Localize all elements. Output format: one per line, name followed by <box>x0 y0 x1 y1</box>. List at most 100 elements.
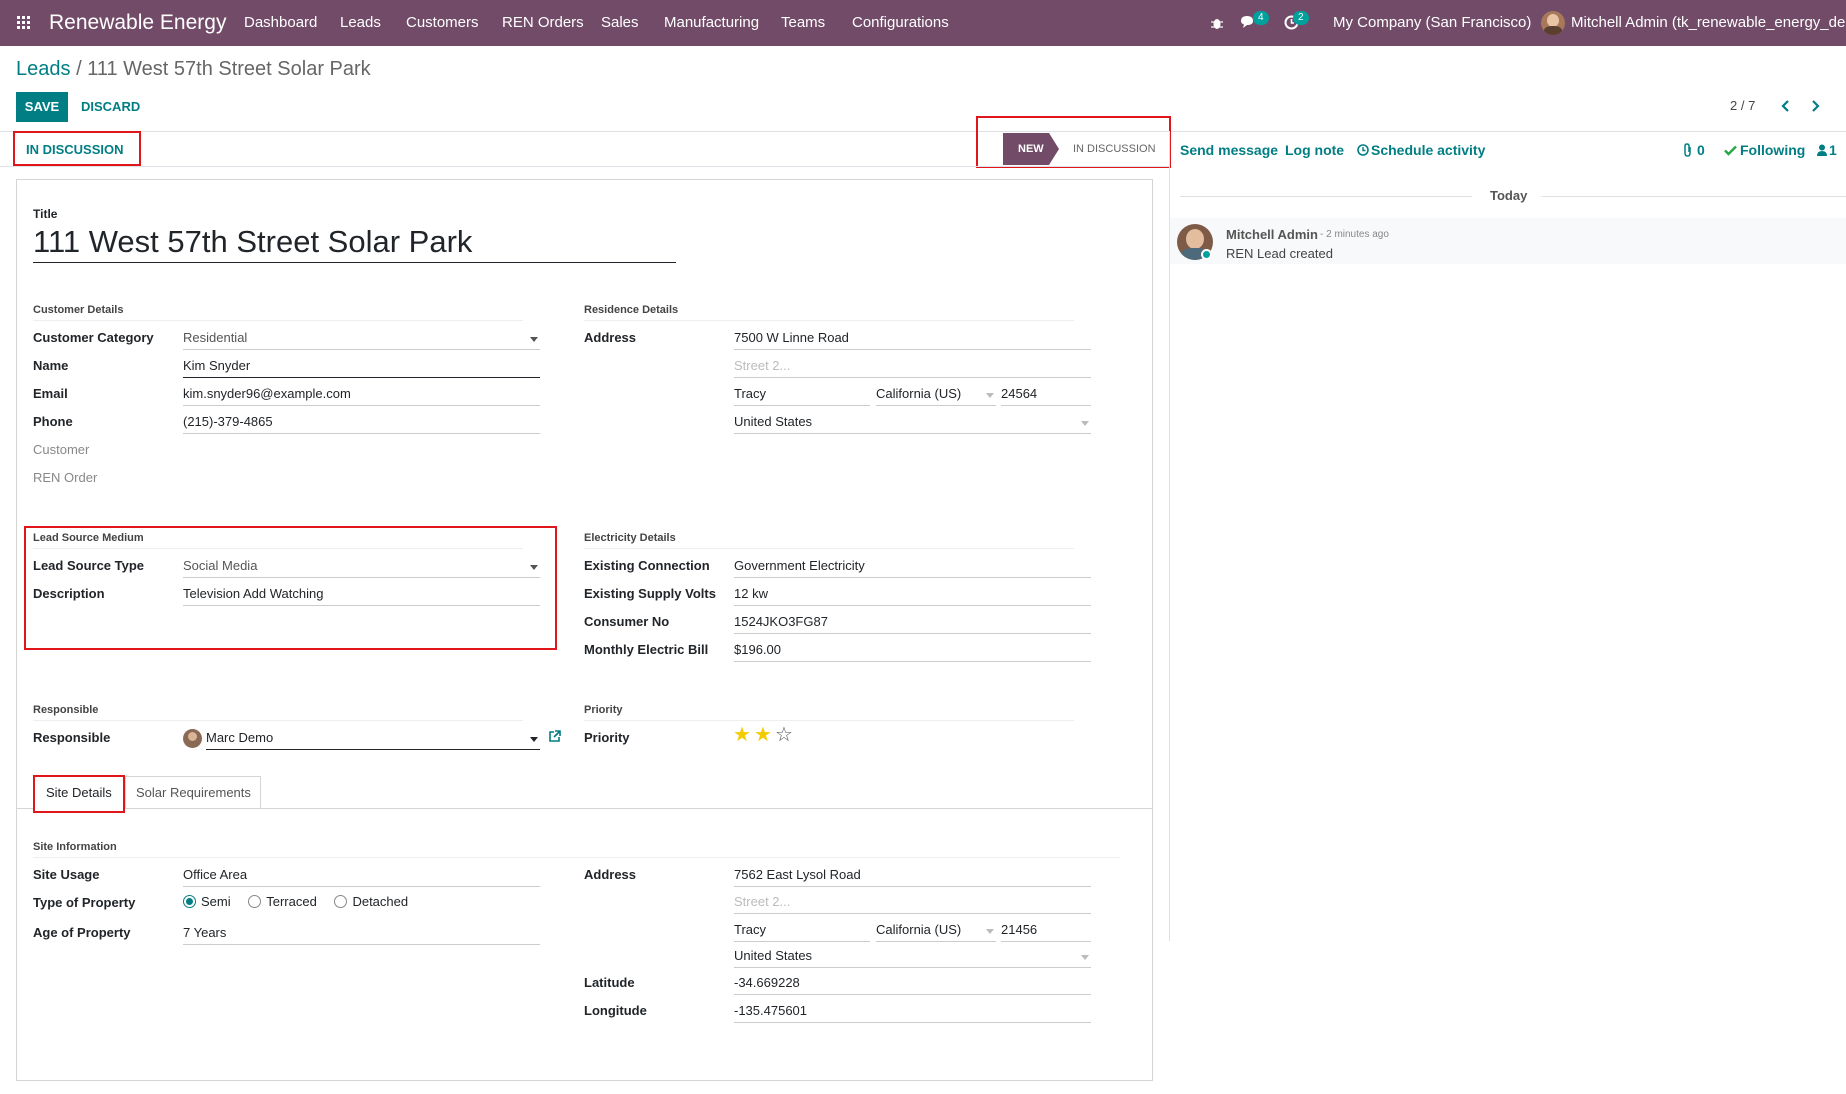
followers-count[interactable]: 1 <box>1829 142 1837 158</box>
latitude-input[interactable]: -34.669228 <box>734 971 1091 995</box>
clock-icon <box>1357 144 1369 156</box>
online-status-dot <box>1201 249 1212 260</box>
residence-street2-input[interactable]: Street 2... <box>734 354 1091 378</box>
site-country-select[interactable]: United States <box>734 944 1091 968</box>
radio-semi[interactable]: Semi <box>183 894 231 909</box>
app-name[interactable]: Renewable Energy <box>49 11 226 35</box>
follower-user-icon[interactable] <box>1817 144 1827 156</box>
send-message-button[interactable]: Send message <box>1180 142 1278 158</box>
top-navbar: Renewable Energy Dashboard Leads Custome… <box>0 0 1846 46</box>
radio-terraced[interactable]: Terraced <box>248 894 317 909</box>
check-icon <box>1724 145 1737 156</box>
email-input[interactable]: kim.snyder96@example.com <box>183 382 540 406</box>
name-input[interactable]: Kim Snyder <box>183 354 540 378</box>
property-type-label: Type of Property <box>33 895 136 910</box>
company-switcher[interactable]: My Company (San Francisco) <box>1333 14 1531 31</box>
menu-leads[interactable]: Leads <box>340 14 381 31</box>
residence-zip-input[interactable]: 24564 <box>1001 382 1091 406</box>
ren-order-label: REN Order <box>33 470 98 485</box>
tab-solar-requirements[interactable]: Solar Requirements <box>125 776 261 808</box>
section-customer-details: Customer Details <box>33 304 523 321</box>
menu-dashboard[interactable]: Dashboard <box>244 14 317 31</box>
discard-button[interactable]: DISCARD <box>81 99 140 114</box>
menu-manufacturing[interactable]: Manufacturing <box>664 14 759 31</box>
breadcrumb: Leads / 111 West 57th Street Solar Park <box>16 58 371 81</box>
chevron-down-icon <box>1081 421 1089 426</box>
section-responsible: Responsible <box>33 704 523 721</box>
title-input[interactable]: 111 West 57th Street Solar Park <box>33 222 676 263</box>
save-button[interactable]: SAVE <box>16 92 68 122</box>
supply-volts-input[interactable]: 12 kw <box>734 582 1091 606</box>
longitude-input[interactable]: -135.475601 <box>734 999 1091 1023</box>
site-street2-input[interactable]: Street 2... <box>734 890 1091 914</box>
message-body: REN Lead created <box>1226 246 1333 261</box>
residence-country-value: United States <box>734 414 813 429</box>
radio-detached-label: Detached <box>352 894 409 909</box>
responsible-value: Marc Demo <box>206 730 274 745</box>
apps-grid-icon[interactable] <box>17 16 31 30</box>
highlight-site-details-tab <box>33 775 125 813</box>
property-type-radio-group: Semi Terraced Detached <box>183 894 408 909</box>
highlight-lead-source <box>24 526 557 650</box>
pager-previous-icon[interactable] <box>1781 99 1791 113</box>
radio-detached[interactable]: Detached <box>334 894 408 909</box>
consumer-no-input[interactable]: 1524JKO3FG87 <box>734 610 1091 634</box>
property-age-input[interactable]: 7 Years <box>183 921 540 945</box>
pager-next-icon[interactable] <box>1810 99 1820 113</box>
highlight-stage-bar <box>976 116 1171 168</box>
monthly-bill-input[interactable]: $196.00 <box>734 638 1091 662</box>
customer-category-select[interactable]: Residential <box>183 326 540 350</box>
menu-customers[interactable]: Customers <box>406 14 479 31</box>
bug-icon[interactable] <box>1211 16 1223 30</box>
name-label: Name <box>33 358 69 373</box>
customer-category-label: Customer Category <box>33 330 154 345</box>
star-empty-icon[interactable]: ☆ <box>775 725 793 745</box>
menu-teams[interactable]: Teams <box>781 14 825 31</box>
title-label: Title <box>33 207 58 221</box>
radio-detached-icon <box>334 895 348 908</box>
date-divider: Today <box>1490 188 1528 203</box>
residence-street-input[interactable]: 7500 W Linne Road <box>734 326 1091 350</box>
pager-value[interactable]: 2 / 7 <box>1730 98 1755 113</box>
site-country-value: United States <box>734 948 813 963</box>
menu-configurations[interactable]: Configurations <box>852 14 949 31</box>
log-note-button[interactable]: Log note <box>1285 142 1344 158</box>
user-menu[interactable]: Mitchell Admin (tk_renewable_energy_demo… <box>1571 14 1846 31</box>
existing-connection-input[interactable]: Government Electricity <box>734 554 1091 578</box>
star-filled-icon[interactable]: ★ <box>754 725 772 745</box>
chevron-down-icon <box>530 737 538 742</box>
site-city-input[interactable]: Tracy <box>734 918 870 942</box>
user-avatar[interactable] <box>1541 11 1565 35</box>
section-electricity-details: Electricity Details <box>584 532 1074 549</box>
supply-volts-label: Existing Supply Volts <box>584 586 716 601</box>
site-zip-input[interactable]: 21456 <box>1001 918 1091 942</box>
message-author[interactable]: Mitchell Admin <box>1226 227 1318 242</box>
phone-input[interactable]: (215)-379-4865 <box>183 410 540 434</box>
messages-badge: 4 <box>1253 11 1269 25</box>
site-state-value: California (US) <box>876 922 962 937</box>
message-time: - 2 minutes ago <box>1320 229 1389 240</box>
site-usage-input[interactable]: Office Area <box>183 863 540 887</box>
breadcrumb-separator: / <box>76 58 82 80</box>
tab-solar-requirements-label: Solar Requirements <box>136 785 251 800</box>
star-filled-icon[interactable]: ★ <box>733 725 751 745</box>
priority-label: Priority <box>584 730 630 745</box>
site-usage-label: Site Usage <box>33 867 100 882</box>
residence-city-input[interactable]: Tracy <box>734 382 870 406</box>
site-state-select[interactable]: California (US) <box>876 918 996 942</box>
attachments-count[interactable]: 0 <box>1697 142 1705 158</box>
site-address-label: Address <box>584 867 637 882</box>
menu-ren-orders[interactable]: REN Orders <box>502 14 584 31</box>
breadcrumb-leads-link[interactable]: Leads <box>16 58 71 80</box>
residence-country-select[interactable]: United States <box>734 410 1091 434</box>
residence-state-select[interactable]: California (US) <box>876 382 996 406</box>
following-button[interactable]: Following <box>1740 142 1805 158</box>
section-priority: Priority <box>584 704 1074 721</box>
external-link-icon[interactable] <box>548 730 561 743</box>
paperclip-icon[interactable] <box>1683 143 1693 157</box>
responsible-select[interactable]: Marc Demo <box>206 726 540 750</box>
activities-badge: 2 <box>1293 11 1309 25</box>
schedule-activity-button[interactable]: Schedule activity <box>1371 142 1485 158</box>
site-street-input[interactable]: 7562 East Lysol Road <box>734 863 1091 887</box>
menu-sales[interactable]: Sales <box>601 14 639 31</box>
